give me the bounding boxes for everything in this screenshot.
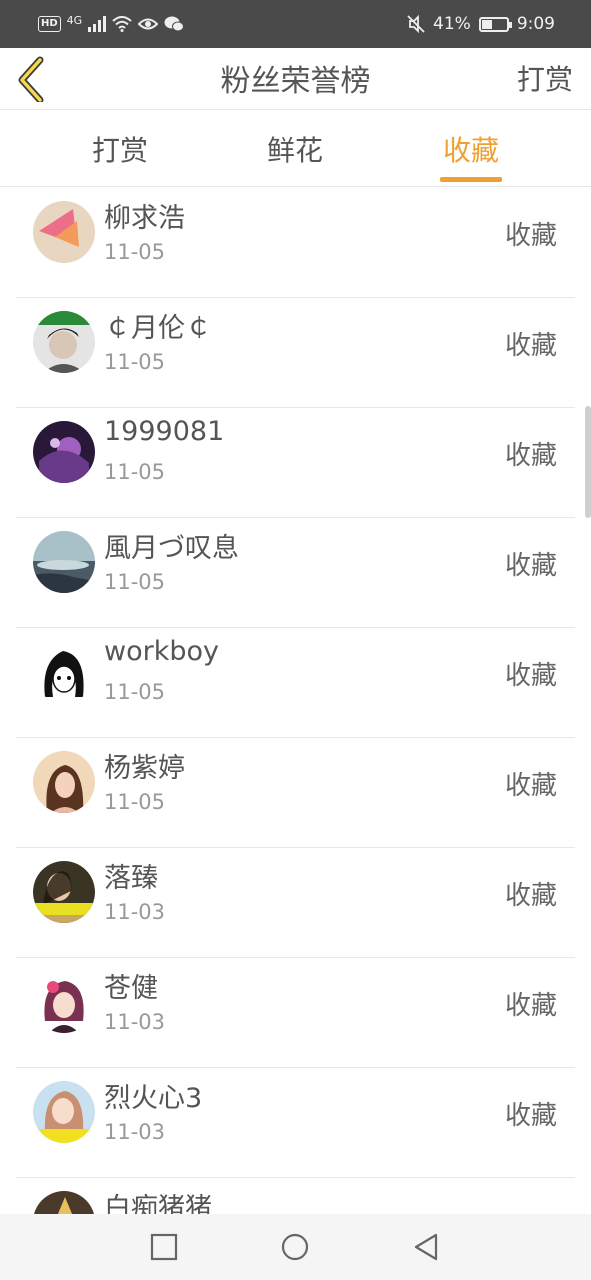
back-nav-icon[interactable]	[410, 1231, 442, 1263]
mute-icon	[407, 15, 425, 33]
fan-list[interactable]: 柳求浩 11-05 收藏 ￠月伦￠ 11-05 收藏 1999081 11-05…	[0, 188, 591, 1214]
fan-date: 11-05	[104, 570, 166, 594]
scrollbar[interactable]	[585, 406, 591, 518]
recent-apps-icon[interactable]	[148, 1231, 180, 1263]
fan-name: 落臻	[104, 863, 158, 894]
fan-name: 柳求浩	[104, 203, 185, 234]
status-icons-right: 41% 9:09	[407, 12, 555, 36]
network-label: 4G	[66, 13, 83, 27]
avatar	[33, 1081, 95, 1143]
fan-name: ￠月伦￠	[104, 313, 212, 344]
fan-action-label: 收藏	[504, 1101, 557, 1131]
hd-badge: HD	[38, 16, 61, 32]
tab-favorites[interactable]: 收藏	[421, 129, 521, 169]
fan-name: 苍健	[104, 973, 158, 1004]
list-item[interactable]: 落臻 11-03 收藏	[0, 848, 591, 958]
battery-percent: 41%	[433, 14, 471, 34]
fan-name: workboy	[104, 636, 219, 667]
list-item[interactable]: ￠月伦￠ 11-05 收藏	[0, 298, 591, 408]
fan-action-label: 收藏	[504, 771, 557, 801]
wifi-icon	[112, 16, 132, 32]
avatar	[33, 641, 95, 703]
battery-icon	[478, 16, 512, 32]
home-icon[interactable]	[279, 1231, 311, 1263]
status-bar: HD 4G 41% 9:09	[0, 0, 591, 48]
eye-icon	[138, 18, 159, 30]
tab-reward[interactable]: 打赏	[70, 129, 170, 169]
fan-action-label: 收藏	[504, 991, 557, 1021]
fan-date: 11-05	[104, 350, 166, 374]
fan-name: 1999081	[104, 416, 225, 447]
avatar	[33, 311, 95, 373]
fan-action-label: 收藏	[504, 881, 557, 911]
fan-name: 杨紫婷	[104, 753, 185, 784]
list-item[interactable]: 柳求浩 11-05 收藏	[0, 188, 591, 298]
fan-date: 11-03	[104, 1010, 166, 1034]
page-title: 粉丝荣誉榜	[220, 64, 371, 99]
fan-name: 烈火心3	[104, 1083, 203, 1114]
list-item[interactable]: workboy 11-05 收藏	[0, 628, 591, 738]
clock: 9:09	[516, 14, 555, 34]
fan-date: 11-03	[104, 1120, 166, 1144]
fan-action-label: 收藏	[504, 331, 557, 361]
avatar	[33, 201, 95, 263]
signal-icon	[88, 16, 107, 32]
tab-bar: 打赏 鲜花 收藏	[0, 111, 591, 187]
reward-button[interactable]: 打赏	[517, 58, 573, 98]
header-bar: 粉丝荣誉榜 打赏	[0, 48, 591, 110]
wechat-icon	[164, 16, 185, 32]
status-icons-left: HD 4G	[38, 12, 185, 36]
avatar	[33, 861, 95, 923]
list-item[interactable]: 杨紫婷 11-05 收藏	[0, 738, 591, 848]
fan-date: 11-03	[104, 900, 166, 924]
list-item[interactable]: 烈火心3 11-03 收藏	[0, 1068, 591, 1178]
avatar	[33, 531, 95, 593]
fan-date: 11-05	[104, 460, 166, 484]
fan-date: 11-05	[104, 240, 166, 264]
avatar	[33, 421, 95, 483]
active-tab-indicator	[440, 177, 502, 182]
tab-flowers[interactable]: 鲜花	[245, 129, 345, 169]
avatar	[33, 971, 95, 1033]
system-nav-bar	[0, 1214, 591, 1280]
avatar	[33, 1191, 95, 1214]
fan-date: 11-05	[104, 680, 166, 704]
list-item[interactable]: 1999081 11-05 收藏	[0, 408, 591, 518]
fan-action-label: 收藏	[504, 221, 557, 251]
avatar	[33, 751, 95, 813]
list-item[interactable]: 風月づ叹息 11-05 收藏	[0, 518, 591, 628]
fan-action-label: 收藏	[504, 551, 557, 581]
fan-action-label: 收藏	[504, 441, 557, 471]
list-item[interactable]: 白痴猪猪	[0, 1178, 591, 1214]
fan-name: 白痴猪猪	[104, 1193, 212, 1214]
fan-date: 11-05	[104, 790, 166, 814]
fan-action-label: 收藏	[504, 661, 557, 691]
list-item[interactable]: 苍健 11-03 收藏	[0, 958, 591, 1068]
fan-name: 風月づ叹息	[104, 533, 239, 564]
